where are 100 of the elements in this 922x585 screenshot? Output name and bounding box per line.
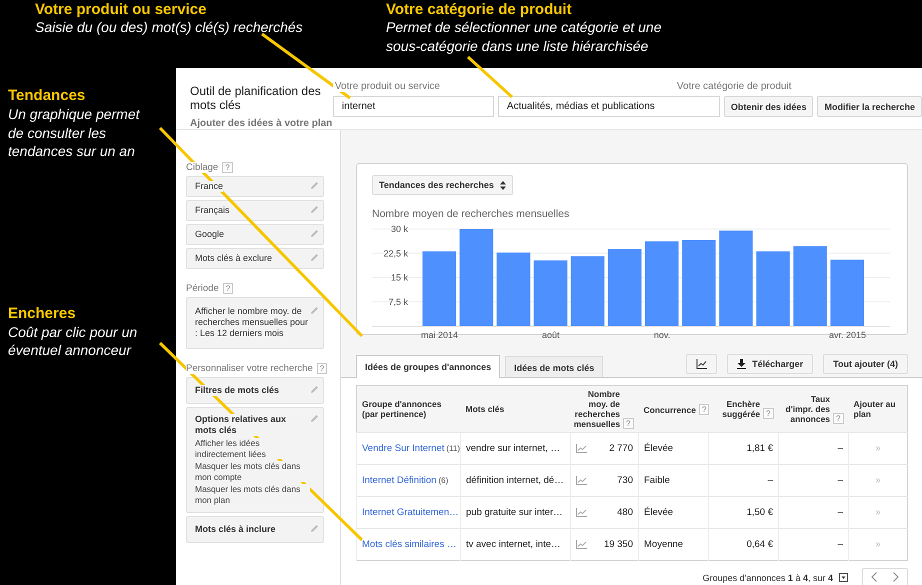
- table-cell: 1,50 €: [708, 496, 778, 528]
- column-header: Nombre moy. de recherches mensuelles: [574, 389, 620, 429]
- pencil-icon[interactable]: [310, 229, 319, 238]
- axis-label: août: [542, 330, 560, 340]
- sort-icon: [500, 180, 506, 190]
- tab[interactable]: Idées de groupes d'annonces: [356, 355, 500, 378]
- table-cell: –: [778, 432, 848, 464]
- section-title: Personnaliser votre recherche: [186, 363, 313, 374]
- table-cell: 480: [617, 507, 633, 518]
- table-cell: –: [778, 496, 848, 528]
- table-cell: Moyenne: [638, 528, 708, 560]
- help-icon[interactable]: ?: [316, 363, 328, 374]
- axis-label: avr. 2015: [828, 330, 866, 340]
- column-header: Mots clés: [466, 404, 504, 414]
- axis-label: mai 2014: [421, 330, 458, 340]
- pencil-icon[interactable]: [310, 306, 319, 315]
- table-cell: 1,81 €: [708, 432, 778, 464]
- pencil-icon[interactable]: [310, 253, 319, 262]
- dropdown-icon[interactable]: [839, 573, 848, 582]
- search-button[interactable]: Modifier la recherche: [817, 96, 922, 117]
- bar: [534, 260, 568, 326]
- axis-label: 30 k: [390, 224, 408, 234]
- tab[interactable]: Idées de mots clés: [505, 356, 604, 378]
- line-chart-icon: [696, 359, 708, 369]
- table-cell: –: [708, 464, 778, 496]
- line-chart-icon[interactable]: [576, 540, 587, 549]
- annotation-text: Coût par clic pour un éventuel annonceur: [8, 322, 138, 360]
- annotation-text: Saisie du (ou des) mot(s) clé(s) recherchés: [35, 18, 304, 37]
- bar: [570, 256, 604, 326]
- filter-item[interactable]: Afficher le nombre moy. de recherches mensuelles pour : Les 12 derniers mois: [186, 297, 324, 349]
- table-cell: tv avec internet, inte…: [460, 528, 570, 560]
- axis-label: nov.: [654, 330, 670, 340]
- filter-item[interactable]: Mots clés à exclure: [186, 248, 324, 269]
- add-all-button[interactable]: Tout ajouter (4): [823, 354, 908, 374]
- download-icon: [737, 359, 746, 369]
- table-cell: Élevée: [638, 432, 708, 464]
- pencil-icon[interactable]: [310, 414, 319, 423]
- trend-selector[interactable]: Tendances des recherches: [372, 175, 513, 195]
- annotation-title: Votre produit ou service: [35, 1, 208, 18]
- line-chart-icon[interactable]: [576, 444, 587, 453]
- annotation-title: Tendances: [8, 87, 86, 105]
- page-title: Outil de planification des mots clés: [190, 84, 322, 112]
- line-chart-icon[interactable]: [576, 508, 587, 517]
- help-icon[interactable]: ?: [222, 283, 234, 294]
- product-field[interactable]: internet: [332, 96, 494, 117]
- filter-item[interactable]: Français: [186, 200, 324, 221]
- axis-label: 7,5 k: [388, 296, 408, 307]
- field-label: Votre produit ou service: [332, 81, 440, 92]
- keyword-count: (6): [438, 476, 448, 485]
- add-ideas-link[interactable]: Ajouter des idées à votre plan: [190, 118, 333, 129]
- annotation-text: Un graphique permet de consulter les tendances sur un an: [8, 105, 141, 160]
- table-cell: –: [778, 464, 848, 496]
- annotation-title: Votre catégorie de produit: [386, 1, 573, 18]
- annotation-title: Encheres: [8, 304, 77, 322]
- table-cell: 19 350: [604, 539, 633, 550]
- download-button[interactable]: Télécharger: [727, 354, 814, 374]
- pencil-icon[interactable]: [310, 181, 319, 190]
- column-header: Ajouter au plan: [854, 399, 897, 419]
- table-cell: vendre sur internet, …: [460, 432, 570, 464]
- column-header: Taux d'impr. des annonces: [784, 394, 830, 424]
- keyword-count: (11): [446, 444, 460, 453]
- pencil-icon[interactable]: [310, 524, 319, 533]
- ad-group-link[interactable]: Mots clés similaires …: [362, 539, 456, 550]
- annotation-text: Permet de sélectionner une catégorie et une sous-catégorie dans une liste hiérarchisée: [386, 18, 663, 56]
- search-button[interactable]: Obtenir des idées: [724, 96, 814, 117]
- chart-title: Nombre moyen de recherches mensuelles: [372, 208, 570, 220]
- table-cell: Élevée: [638, 496, 708, 528]
- table-cell: 0,64 €: [708, 528, 778, 560]
- table-cell: définition internet, dé…: [460, 464, 570, 496]
- filter-item[interactable]: Filtres de mots clés: [186, 377, 324, 404]
- table-cell: –: [778, 528, 848, 560]
- column-header: Enchère suggérée: [721, 399, 760, 419]
- pencil-icon[interactable]: [310, 385, 319, 394]
- section-title: Ciblage: [186, 162, 218, 173]
- section-title: Période: [186, 283, 219, 294]
- option-text: Masquer les mots clés dans mon plan: [195, 484, 310, 505]
- axis-label: 22,5 k: [383, 248, 408, 258]
- category-field[interactable]: Actualités, médias et publications: [498, 96, 720, 117]
- ad-group-link[interactable]: Vendre Sur Internet: [362, 443, 444, 454]
- table-cell: 730: [617, 475, 633, 486]
- ad-group-link[interactable]: Internet Définition: [362, 475, 436, 486]
- help-icon[interactable]: ?: [222, 162, 233, 173]
- pagination-text: Groupes d'annonces 1 à 4, sur 4: [702, 572, 833, 582]
- line-chart-icon[interactable]: [576, 476, 587, 485]
- filter-item[interactable]: France: [186, 176, 324, 197]
- table-cell: 2 770: [609, 443, 633, 454]
- previous-icon[interactable]: [871, 572, 877, 582]
- table-cell: Faible: [638, 464, 708, 496]
- chart-button[interactable]: [686, 354, 718, 374]
- column-header: Groupe d'annonces (par pertinence): [362, 399, 442, 419]
- table-cell: pub gratuite sur inter…: [460, 496, 570, 528]
- next-icon[interactable]: [893, 572, 899, 582]
- column-header: Concurrence: [644, 404, 696, 414]
- filter-item[interactable]: Mots clés à inclure: [186, 516, 324, 543]
- bar: [830, 260, 864, 326]
- pencil-icon[interactable]: [310, 205, 319, 214]
- field-label: Votre catégorie de produit: [676, 81, 792, 92]
- filter-item[interactable]: Google: [186, 224, 324, 245]
- ad-group-link[interactable]: Internet Gratuitemen…: [362, 507, 459, 518]
- leader-line: [467, 56, 513, 98]
